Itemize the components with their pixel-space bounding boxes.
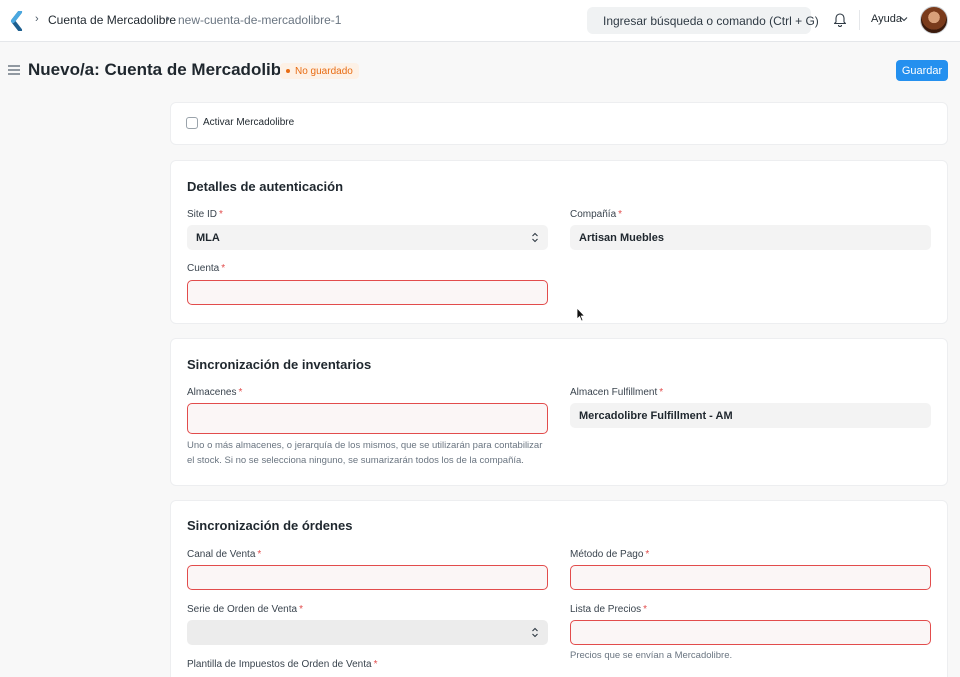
status-text: No guardado bbox=[295, 65, 353, 77]
save-button[interactable]: Guardar bbox=[896, 60, 948, 81]
select-arrows-icon bbox=[532, 627, 538, 638]
auth-section: Detalles de autenticación Site ID * MLA C… bbox=[170, 160, 948, 324]
search-placeholder: Ingresar búsqueda o comando (Ctrl + G) bbox=[603, 13, 819, 28]
orders-section-title: Sincronización de órdenes bbox=[187, 518, 353, 533]
breadcrumb-chevron-icon: › bbox=[166, 13, 170, 25]
inventory-section-title: Sincronización de inventarios bbox=[187, 357, 372, 372]
inventory-section: Sincronización de inventarios Almacenes *… bbox=[170, 338, 948, 486]
select-arrows-icon bbox=[532, 232, 538, 243]
company-value: Artisan Muebles bbox=[579, 231, 664, 244]
fulfillment-value: Mercadolibre Fulfillment - AM bbox=[579, 409, 733, 422]
price-list-label: Lista de Precios * bbox=[570, 604, 648, 615]
company-label: Compañía * bbox=[570, 209, 623, 220]
sidebar-toggle-icon[interactable] bbox=[8, 65, 20, 75]
company-field[interactable]: Artisan Muebles bbox=[570, 225, 931, 250]
user-avatar[interactable] bbox=[920, 6, 948, 34]
breadcrumb-chevron-icon: › bbox=[35, 13, 39, 25]
status-dot-icon bbox=[286, 69, 290, 73]
payment-method-label: Método de Pago * bbox=[570, 549, 650, 560]
activate-label: Activar Mercadolibre bbox=[203, 117, 295, 128]
mouse-cursor-icon bbox=[576, 307, 586, 322]
fulfillment-label: Almacen Fulfillment * bbox=[570, 387, 664, 398]
order-series-select[interactable] bbox=[187, 620, 548, 645]
search-input[interactable]: Ingresar búsqueda o comando (Ctrl + G) bbox=[587, 7, 819, 34]
notification-bell-icon[interactable] bbox=[833, 12, 847, 27]
warehouses-label: Almacenes * bbox=[187, 387, 243, 398]
top-navbar: › Cuenta de Mercadolibre › new-cuenta-de… bbox=[0, 0, 960, 42]
breadcrumb-document[interactable]: new-cuenta-de-mercadolibre-1 bbox=[178, 13, 341, 27]
activate-card: Activar Mercadolibre bbox=[170, 102, 948, 145]
price-list-field[interactable] bbox=[570, 620, 931, 645]
fulfillment-field[interactable]: Mercadolibre Fulfillment - AM bbox=[570, 403, 931, 428]
page-title: Nuevo/a: Cuenta de Mercadolibre bbox=[28, 60, 298, 79]
breadcrumb-doctype[interactable]: Cuenta de Mercadolibre bbox=[48, 13, 176, 27]
orders-section: Sincronización de órdenes Canal de Venta… bbox=[170, 500, 948, 677]
activate-checkbox[interactable] bbox=[186, 117, 198, 129]
help-menu[interactable]: Ayuda bbox=[871, 13, 902, 25]
price-list-help: Precios que se envían a Mercadolibre. bbox=[570, 650, 733, 661]
account-field[interactable] bbox=[187, 280, 548, 305]
site-id-value: MLA bbox=[196, 231, 220, 244]
order-series-label: Serie de Orden de Venta * bbox=[187, 604, 303, 615]
warehouses-field[interactable] bbox=[187, 403, 548, 434]
status-badge: No guardado bbox=[280, 63, 359, 79]
site-id-label: Site ID * bbox=[187, 209, 223, 220]
account-label: Cuenta * bbox=[187, 263, 226, 274]
app-logo-icon[interactable] bbox=[10, 11, 24, 31]
chevron-down-icon[interactable] bbox=[900, 16, 908, 22]
tax-template-label: Plantilla de Impuestos de Orden de Venta… bbox=[187, 659, 378, 670]
auth-section-title: Detalles de autenticación bbox=[187, 179, 344, 194]
sales-channel-label: Canal de Venta * bbox=[187, 549, 262, 560]
site-id-select[interactable]: MLA bbox=[187, 225, 548, 250]
warehouses-help: Uno o más almacenes, o jerarquía de los … bbox=[187, 440, 543, 466]
sales-channel-field[interactable] bbox=[187, 565, 548, 590]
payment-method-field[interactable] bbox=[570, 565, 931, 590]
navbar-divider bbox=[859, 10, 860, 30]
